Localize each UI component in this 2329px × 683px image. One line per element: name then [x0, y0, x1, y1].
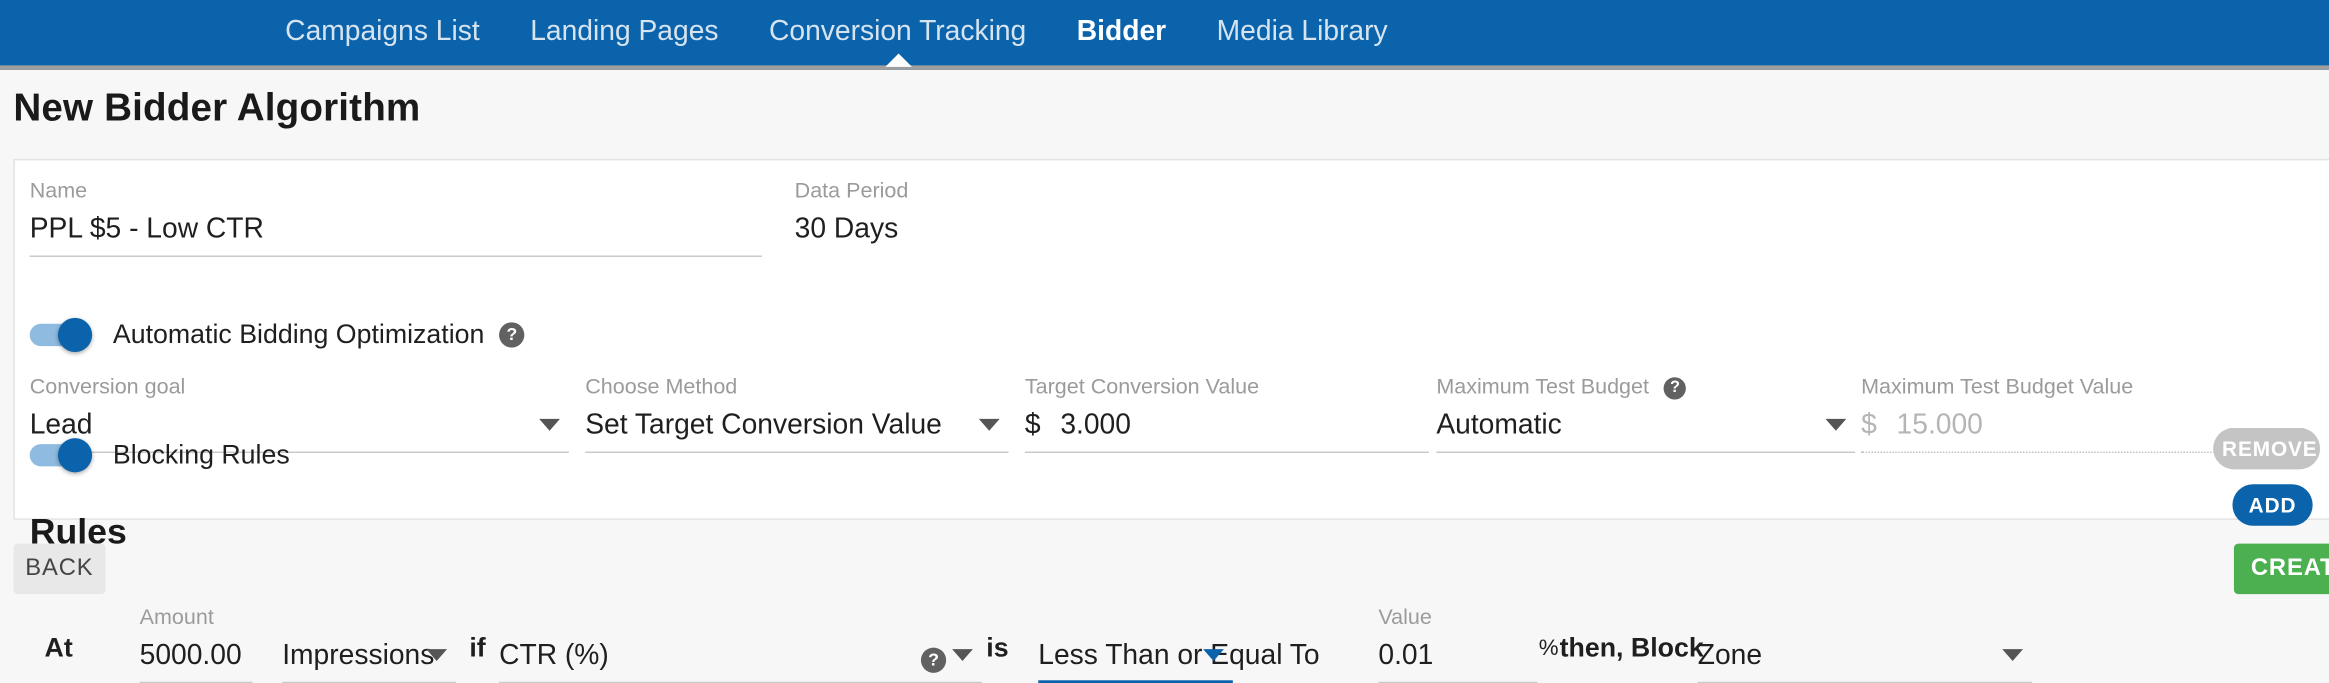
rule-percent-sign: %: [1538, 635, 1559, 661]
nav-item-list: Campaigns List Landing Pages Conversion …: [276, 0, 1396, 65]
rule-operator-underline: [1038, 679, 1233, 683]
chevron-down-icon-rule-metric[interactable]: [952, 649, 973, 661]
target-conversion-value-input[interactable]: 3.000: [1060, 410, 1131, 441]
rule-value-label: Value: [1378, 606, 1432, 630]
rule-amount-label: Amount: [139, 606, 214, 630]
choose-method-group: Choose Method Set Target Conversion Valu…: [585, 375, 1009, 454]
rule-target-label-spacer: [1698, 606, 2032, 630]
active-tab-caret-icon: [885, 53, 912, 67]
nav-item-media-library[interactable]: Media Library: [1208, 0, 1397, 65]
currency-prefix-max-budget: $: [1861, 409, 1877, 442]
back-button[interactable]: BACK: [13, 543, 106, 595]
rule-metric-group: CTR (%) ?: [499, 606, 982, 683]
name-field-group: Name PPL $5 - Low CTR: [29, 179, 762, 257]
help-icon-automatic-bidding[interactable]: ?: [499, 322, 525, 348]
toggle-knob: [57, 438, 93, 473]
automatic-bidding-optimization-label: Automatic Bidding Optimization: [112, 319, 485, 350]
automatic-bidding-optimization-toggle[interactable]: [29, 317, 93, 353]
data-period-value: 30 Days: [794, 213, 899, 246]
blocking-rules-label: Blocking Rules: [112, 439, 290, 470]
rule-amount-input[interactable]: 5000.00: [140, 630, 253, 676]
name-field-input[interactable]: PPL $5 - Low CTR: [30, 203, 762, 249]
rule-word-at: At: [44, 632, 73, 663]
automatic-bidding-optimization-row: Automatic Bidding Optimization ?: [29, 317, 525, 353]
maximum-test-budget-group: Maximum Test Budget ? Automatic: [1436, 376, 1856, 454]
name-field-label: Name: [29, 179, 88, 204]
maximum-test-budget-label-text: Maximum Test Budget: [1436, 375, 1649, 400]
add-rule-button[interactable]: ADD: [2232, 484, 2313, 526]
help-icon-rule-metric[interactable]: ?: [920, 647, 947, 673]
maximum-test-budget-value-label: Maximum Test Budget Value: [1861, 375, 2134, 400]
data-period-group: Data Period 30 Days: [795, 180, 1092, 254]
chevron-down-icon-choose-method[interactable]: [978, 418, 1000, 431]
remove-rule-button[interactable]: REMOVE: [2213, 427, 2321, 470]
rule-operator-group: Less Than or Equal To: [1038, 606, 1320, 683]
top-navigation-bar: Campaigns List Landing Pages Conversion …: [0, 0, 2329, 70]
maximum-test-budget-value-input: 15.000: [1896, 409, 1983, 442]
target-conversion-value-label: Target Conversion Value: [1024, 375, 1260, 400]
rule-metric-value[interactable]: CTR (%): [499, 630, 982, 676]
choose-method-value[interactable]: Set Target Conversion Value: [585, 400, 1008, 446]
rule-amount-group: Amount 5000.00: [139, 606, 253, 683]
nav-item-campaigns-list[interactable]: Campaigns List: [276, 0, 488, 65]
currency-prefix-target: $: [1024, 409, 1041, 442]
rule-value-input[interactable]: 0.01: [1378, 630, 1537, 676]
choose-method-label: Choose Method: [585, 375, 738, 400]
chevron-down-icon-rule-target[interactable]: [2002, 649, 2024, 661]
create-button[interactable]: CREATE: [2233, 543, 2329, 595]
rule-unit-group: Impressions: [282, 606, 456, 683]
page-title: New Bidder Algorithm: [13, 84, 421, 130]
rule-word-if: if: [469, 632, 486, 663]
rule-operator-label-spacer: [1038, 606, 1233, 630]
name-field-underline: [29, 254, 762, 257]
target-conversion-value-group: Target Conversion Value $ 3.000: [1024, 375, 1429, 454]
choose-method-underline: [585, 450, 1009, 454]
maximum-test-budget-value[interactable]: Automatic: [1436, 400, 1855, 446]
nav-item-bidder[interactable]: Bidder: [1068, 0, 1175, 65]
target-conversion-value-row: $ 3.000: [1025, 400, 1429, 446]
blocking-rules-row: Blocking Rules: [29, 438, 290, 473]
blocking-rules-toggle[interactable]: [29, 438, 93, 473]
rule-target-group: Zone: [1697, 606, 2032, 683]
nav-item-landing-pages[interactable]: Landing Pages: [521, 0, 727, 65]
rule-value-group: Value 0.01: [1378, 606, 1538, 683]
target-conversion-value-underline: [1024, 450, 1429, 454]
maximum-test-budget-underline: [1436, 450, 1856, 454]
chevron-down-icon-rule-unit[interactable]: [426, 649, 448, 661]
rule-unit-label-spacer: [282, 606, 456, 630]
help-icon-maximum-test-budget[interactable]: ?: [1663, 376, 1687, 400]
rule-word-is: is: [986, 632, 1009, 663]
chevron-down-icon-maximum-test-budget[interactable]: [1825, 418, 1847, 431]
rule-word-then-block: then, Block: [1559, 632, 1704, 663]
rule-metric-label-spacer: [499, 606, 982, 630]
conversion-goal-label: Conversion goal: [29, 375, 186, 400]
chevron-down-icon-rule-operator[interactable]: [1203, 649, 1224, 661]
data-period-label: Data Period: [794, 179, 909, 204]
rule-target-value[interactable]: Zone: [1698, 630, 2032, 676]
chevron-down-icon-conversion-goal[interactable]: [539, 418, 560, 431]
maximum-test-budget-label: Maximum Test Budget ?: [1436, 376, 1855, 400]
toggle-knob: [57, 317, 93, 353]
scale-wrapper: Campaigns List Landing Pages Conversion …: [0, 0, 2329, 683]
